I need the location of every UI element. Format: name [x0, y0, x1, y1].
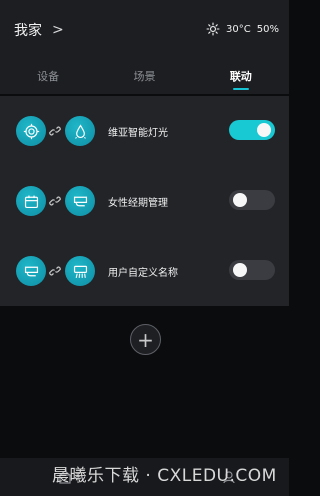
- home-selector[interactable]: 我家 >: [14, 20, 64, 40]
- calendar-icon: [16, 186, 46, 216]
- link-icon: [49, 196, 61, 206]
- target-icon: [16, 116, 46, 146]
- chevron-right-icon: >: [52, 22, 64, 38]
- tab-scenes[interactable]: 场景: [96, 58, 192, 94]
- list-item[interactable]: 女性经期管理: [0, 166, 289, 236]
- air-conditioner-icon: [65, 186, 95, 216]
- link-icon: [49, 126, 61, 136]
- weather-status: 30°C 50%: [206, 22, 279, 36]
- ac-wind-icon: [65, 256, 95, 286]
- air-conditioner-icon: [16, 256, 46, 286]
- tab-label: 联动: [229, 70, 252, 83]
- toggle-knob: [257, 123, 271, 137]
- toggle-knob: [233, 193, 247, 207]
- linkage-list: 维亚智能灯光 女性经期管理 用户自定义名称: [0, 96, 289, 306]
- linkage-toggle[interactable]: [229, 190, 275, 210]
- app: 我家 > 30°C 50% 设备 场景 联动 维亚智能灯光 女性经期管理 用户自…: [0, 0, 289, 496]
- linkage-name: 女性经期管理: [108, 198, 168, 209]
- linkage-name: 用户自定义名称: [108, 268, 178, 279]
- tab-label: 场景: [133, 70, 156, 83]
- temperature: 30°C: [226, 23, 251, 35]
- watermark: 晨曦乐下载 · CXLEDU.COM: [52, 466, 277, 486]
- linkage-toggle[interactable]: [229, 260, 275, 280]
- linkage-toggle[interactable]: [229, 120, 275, 140]
- active-tab-indicator: [232, 88, 249, 90]
- water-drop-icon: [65, 116, 95, 146]
- list-item[interactable]: 维亚智能灯光: [0, 96, 289, 166]
- toggle-knob: [233, 263, 247, 277]
- sun-icon: [206, 22, 220, 36]
- tab-label: 设备: [37, 70, 60, 83]
- plus-icon: +: [137, 327, 154, 352]
- home-label: 我家: [14, 23, 42, 39]
- header: 我家 > 30°C 50%: [0, 0, 289, 58]
- humidity: 50%: [256, 23, 279, 35]
- tab-bar: 设备 场景 联动: [0, 58, 289, 94]
- linkage-name: 维亚智能灯光: [108, 128, 168, 139]
- list-item[interactable]: 用户自定义名称: [0, 236, 289, 306]
- link-icon: [49, 266, 61, 276]
- tab-linkage[interactable]: 联动: [193, 58, 289, 94]
- add-linkage-button[interactable]: +: [130, 324, 161, 355]
- tab-devices[interactable]: 设备: [0, 58, 96, 94]
